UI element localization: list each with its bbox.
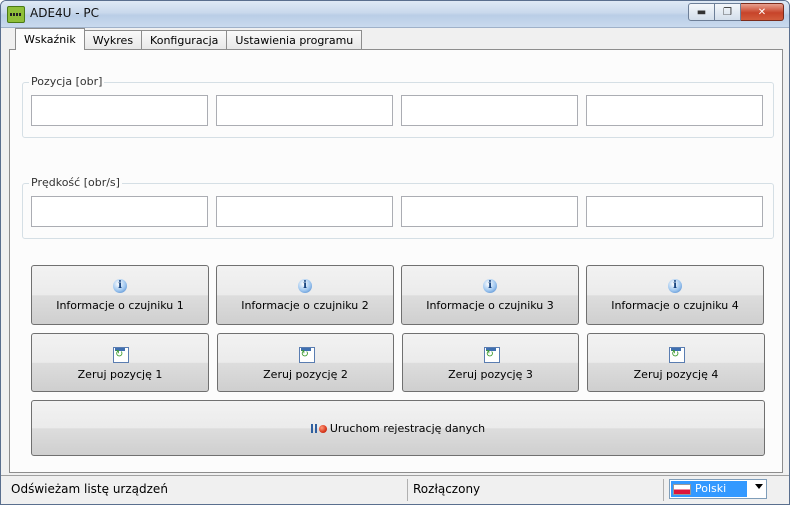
position-field-4 (586, 95, 763, 126)
start-recording-content: Uruchom rejestrację danych (32, 422, 764, 436)
position-group: Pozycja [obr] (22, 75, 774, 138)
sensor-info-button-2[interactable]: i Informacje o czujniku 2 (216, 265, 394, 325)
status-divider (407, 479, 408, 501)
maximize-icon: ❐ (723, 6, 732, 18)
tab-konfiguracja[interactable]: Konfiguracja (141, 30, 228, 50)
info-icon: i (113, 279, 127, 293)
info-icon: i (668, 279, 682, 293)
sensor-info-button-1[interactable]: i Informacje o czujniku 1 (31, 265, 209, 325)
pause-record-icon (310, 423, 327, 436)
poland-flag-icon (673, 484, 691, 495)
status-connection: Rozłączony (413, 482, 481, 496)
status-bar: Odświeżam listę urządzeń Rozłączony Pols… (1, 475, 789, 504)
title-bar[interactable]: ADE4U - PC ▬ ❐ ✕ (1, 1, 789, 28)
maximize-button[interactable]: ❐ (715, 3, 741, 21)
reset-position-button-4[interactable]: Zeruj pozycję 4 (587, 333, 765, 392)
close-button[interactable]: ✕ (741, 3, 784, 21)
tab-wykres[interactable]: Wykres (83, 30, 143, 50)
speed-field-1 (31, 196, 208, 227)
window-title: ADE4U - PC (30, 6, 100, 20)
position-field-3 (401, 95, 578, 126)
start-recording-button[interactable]: Uruchom rejestrację danych (31, 400, 765, 456)
chevron-down-icon[interactable] (755, 484, 763, 489)
refresh-icon (113, 347, 129, 363)
language-selected-value: Polski (671, 481, 747, 497)
minimize-button[interactable]: ▬ (688, 3, 715, 21)
tab-ustawienia-programu[interactable]: Ustawienia programu (226, 30, 363, 50)
status-divider (663, 479, 664, 501)
speed-group: Prędkość [obr/s] (22, 176, 774, 239)
language-select[interactable]: Polski (669, 479, 767, 499)
position-group-label: Pozycja [obr] (29, 75, 105, 88)
sensor-info-button-4[interactable]: i Informacje o czujniku 4 (586, 265, 764, 325)
tab-strip: Wskaźnik Wykres Konfiguracja Ustawienia … (15, 28, 363, 50)
app-icon (7, 6, 25, 23)
refresh-icon (483, 347, 500, 363)
info-icon: i (483, 279, 497, 293)
position-field-2 (216, 95, 393, 126)
info-icon: i (298, 279, 312, 293)
close-icon: ✕ (757, 6, 767, 18)
speed-field-3 (401, 196, 578, 227)
window-controls: ▬ ❐ ✕ (688, 3, 784, 21)
tab-panel-wskaznik: Pozycja [obr] Prędkość [obr/s] i Informa… (9, 49, 783, 473)
speed-field-4 (586, 196, 763, 227)
tab-wskaznik[interactable]: Wskaźnik (15, 28, 85, 50)
status-device-refresh: Odświeżam listę urządzeń (11, 482, 168, 496)
speed-field-2 (216, 196, 393, 227)
refresh-icon (669, 347, 685, 363)
speed-group-label: Prędkość [obr/s] (29, 176, 122, 189)
reset-position-button-2[interactable]: Zeruj pozycję 2 (217, 333, 394, 392)
refresh-icon (298, 347, 315, 363)
app-window: ADE4U - PC ▬ ❐ ✕ Wskaźnik Wykres Konfigu… (0, 0, 790, 505)
minimize-icon: ▬ (696, 6, 707, 18)
start-recording-label: Uruchom rejestrację danych (329, 422, 486, 435)
sensor-info-button-3[interactable]: i Informacje o czujniku 3 (401, 265, 579, 325)
reset-position-button-1[interactable]: Zeruj pozycję 1 (31, 333, 209, 392)
position-field-1 (31, 95, 208, 126)
reset-position-button-3[interactable]: Zeruj pozycję 3 (402, 333, 579, 392)
